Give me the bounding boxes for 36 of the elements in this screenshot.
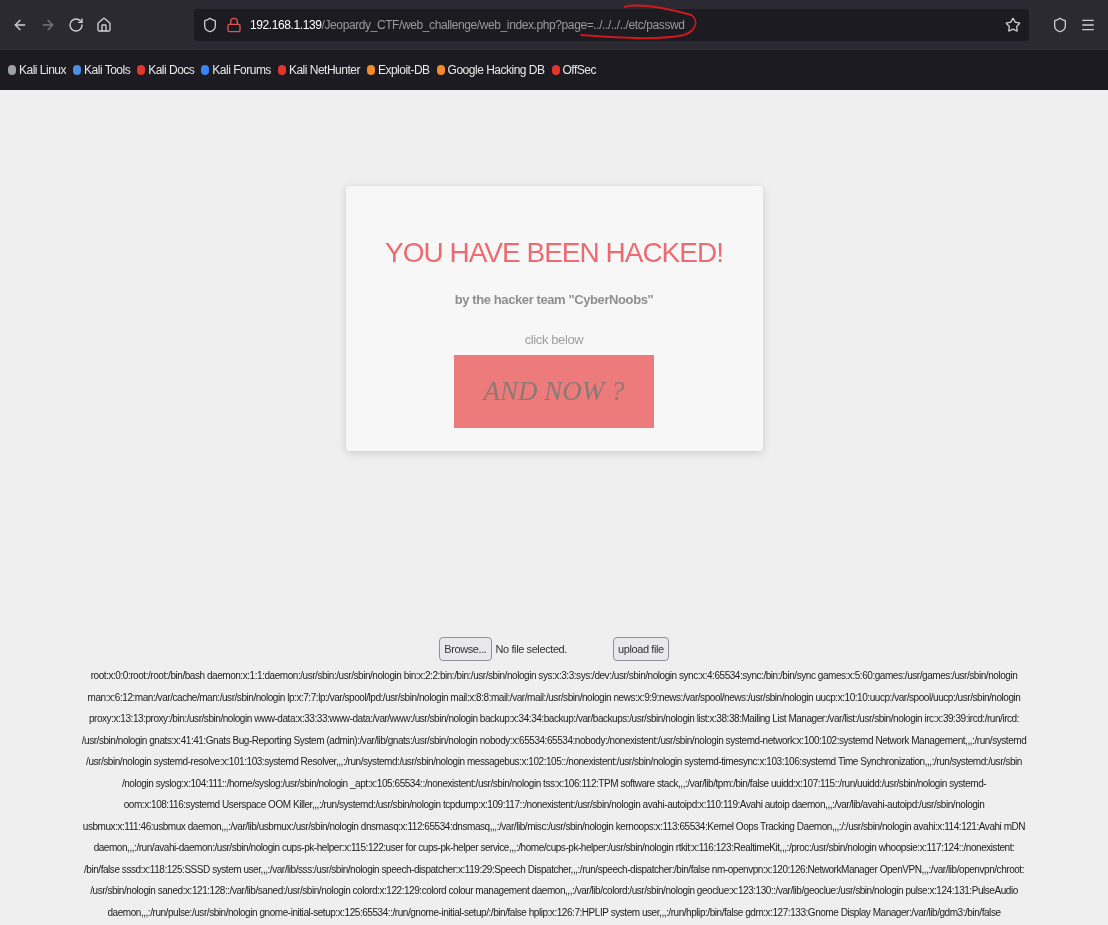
lock-icon[interactable] (226, 17, 242, 33)
hacked-heading: YOU HAVE BEEN HACKED! (385, 236, 723, 270)
forward-icon[interactable] (40, 17, 56, 33)
bookmark-star-icon[interactable] (1005, 17, 1021, 33)
passwd-line: daemon,,,:/run/avahi-daemon:/usr/sbin/nologin cups-pk-helper:x:115:122:user for cups-pk-helper service,,,:/home/cups-pk-helper:/usr/sbin/nologin rtkit:x:116:123:RealtimeKit,,,:/proc:/usr/sbin/nologin whoopsie:x:117:124::/nonexistent: (93, 841, 1015, 855)
bookmark-link[interactable]: Kali Docs (137, 61, 195, 79)
bookmark-link[interactable]: Google Hacking DB (436, 61, 545, 79)
passwd-line: /nologin syslog:x:104:111::/home/syslog:/usr/sbin/nologin _apt:x:105:65534::/nonexistent:/usr/sbin/nologin tss:x:106:112:TPM software stack,,,:/var/lib/tpm:/bin/false uuidd:x:107:115::/run/uuidd:/usr/sbin/nologin systemd- (121, 776, 987, 791)
byline-text: by the hacker team "CyberNoobs" (454, 291, 654, 309)
passwd-line: usbmux:x:111:46:usbmux daemon,,,:/var/lib/usbmux:/usr/sbin/nologin dnsmasq:x:112:65534:dnsmasq,,,:/var/lib/misc:/usr/sbin/nologin kernoops:x:113:65534:Kernel Oops Tracking Daemon,,,:/:/usr/sbin/nologin avahi:x:114:121:Avahi mDN (82, 819, 1026, 834)
bookmark-link[interactable]: OffSec (551, 61, 596, 79)
bookmark-link[interactable]: Kali Linux (8, 61, 67, 79)
upload-file-button[interactable]: upload file (613, 637, 669, 661)
passwd-line: root:x:0:0:root:/root:/bin/bash daemon:x:1:1:daemon:/usr/sbin:/usr/sbin/nologin bin:x:2:2:bin:/bin:/usr/sbin/nologin sys:x:3:3:sys:/dev:/usr/sbin/nologin sync:x:4:65534:sync:/bin:/bin/sync games:x:5:60:games:/usr/games:/usr/sbin/nologin (90, 669, 1018, 683)
menu-icon[interactable] (1080, 17, 1096, 33)
passwd-line: /usr/sbin/nologin gnats:x:41:41:Gnats Bug-Reporting System (admin):/var/lib/gnats:/usr/sbin/nologin nobody:x:65534:65534:nobody:/nonexistent:/usr/sbin/nologin systemd-network:x:100:102:systemd Network Management,,,:/run/systemd (81, 733, 1027, 748)
passwd-line: /usr/sbin/nologin systemd-resolve:x:101:103:systemd Resolver,,,:/run/systemd:/usr/sbin/nologin messagebus:x:102:105::/nonexistent:/usr/sbin/nologin systemd-timesync:x:103:106:systemd Time Synchronization,,,:/run/systemd:/usr/sbin (86, 755, 1022, 769)
passwd-line: oom:x:108:116:systemd Userspace OOM Killer,,,:/run/systemd:/usr/sbin/nologin tcpdump:x:109:117::/nonexistent:/usr/sbin/nologin avahi-autoipd:x:110:119:Avahi autoip daemon,,,:/var/lib/avahi-autoipd:/usr/sbin/nologin (123, 798, 985, 812)
url-text: 192.168.1.139/Jeopardy_CTF/web_challenge/web_index.php?page=../../../../etc/passwd (250, 17, 685, 34)
shield-icon[interactable] (202, 17, 218, 33)
bookmark-link[interactable]: Kali NetHunter (277, 61, 360, 79)
bookmark-link[interactable]: Kali Forums (201, 61, 271, 79)
browse-button[interactable]: Browse... (439, 637, 492, 661)
passwd-line: man:x:6:12:man:/var/cache/man:/usr/sbin/nologin lp:x:7:7:lp:/var/spool/lpd:/usr/sbin/nologin mail:x:8:8:mail:/var/mail:/usr/sbin/nologin news:x:9:9:news:/var/spool/news:/usr/sbin/nologin uucp:x:10:10:uucp:/var/spool/uucp:/usr/sbin/nologin (87, 690, 1021, 705)
passwd-line: daemon,,,:/run/pulse:/usr/sbin/nologin gnome-initial-setup:x:125:65534::/run/gnome-initial-setup/:/bin/false hplip:x:126:7:HPLIP system user,,,:/run/hplip:/bin/false gdm:x:127:133:Gnome Display Manager:/var/lib/gdm3:/bin/false (107, 905, 1001, 920)
hint-text: click below (524, 330, 584, 349)
bookmark-link[interactable]: Exploit-DB (366, 61, 430, 79)
reload-icon[interactable] (68, 17, 84, 33)
home-icon[interactable] (96, 17, 112, 33)
pocket-icon[interactable] (1052, 17, 1068, 33)
passwd-line: /bin/false sssd:x:118:125:SSSD system user,,,:/var/lib/sss:/usr/sbin/nologin speech-dispatcher:x:119:29:Speech Dispatcher,,,:/run/speech-dispatcher:/bin/false nm-openvpn:x:120:126:NetworkManager OpenVPN,,,:/var/lib/openvpn/chroot: (84, 862, 1024, 877)
back-icon[interactable] (12, 17, 28, 33)
passwd-line: /usr/sbin/nologin saned:x:121:128::/var/lib/saned:/usr/sbin/nologin colord:x:122:129:colord colour management daemon,,,:/var/lib/colord:/usr/sbin/nologin geoclue:x:123:130::/var/lib/geoclue:/usr/sbin/nologin pulse:x:124:131:PulseAudio (90, 884, 1018, 898)
passwd-line: proxy:x:13:13:proxy:/bin:/usr/sbin/nologin www-data:x:33:33:www-data:/var/www:/usr/sbin/nologin backup:x:34:34:backup:/var/backups:/usr/sbin/nologin list:x:38:38:Mailing List Manager:/var/list:/usr/sbin/nologin irc:x:39:39:ircd:/run/ircd: (88, 712, 1020, 726)
bookmark-link[interactable]: Kali Tools (73, 61, 131, 79)
file-status-text: No file selected. (495, 641, 567, 657)
